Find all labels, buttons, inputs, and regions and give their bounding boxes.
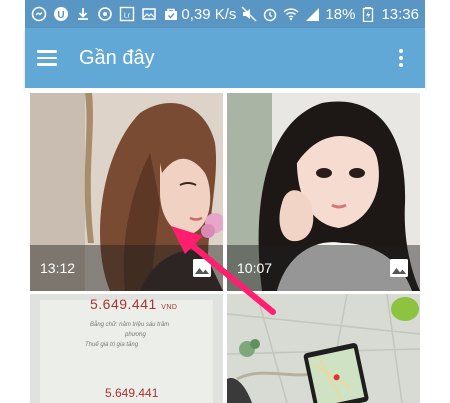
menu-icon [37,50,57,53]
clock: 13:36 [381,5,419,23]
more-vert-icon [399,49,403,53]
lightroom-icon: Lr [119,6,135,22]
page-title: Gần đây [79,46,155,69]
uc-browser-icon: U [53,6,69,22]
more-options-button[interactable] [389,46,413,70]
download-icon [75,6,91,22]
app-bar: Gần đây [25,28,425,88]
battery-charging-icon [360,6,376,22]
photo-grid: 13:12 10:07 5.649.441 VND Bằng chữ: năm … [25,88,425,403]
alarm-icon [262,6,278,22]
network-speed: 0,39 K/s [181,5,237,23]
wifi-icon [283,6,299,22]
svg-text:Lr: Lr [124,13,131,20]
sync-icon [97,6,113,22]
mute-icon [241,6,257,22]
status-bar: U Lr 0,39 K/s 18% 13:36 [25,0,425,28]
notification-icons: U Lr [31,6,179,22]
messenger-icon [31,6,47,22]
bag-icon [163,6,179,22]
battery-percent: 18% [325,5,356,23]
annotation-arrow [171,226,276,315]
menu-button[interactable] [37,46,61,70]
svg-text:U: U [57,10,64,21]
system-status: 0,39 K/s 18% 13:36 [181,6,419,23]
signal-icon [304,6,320,22]
gallery-icon [141,6,157,22]
